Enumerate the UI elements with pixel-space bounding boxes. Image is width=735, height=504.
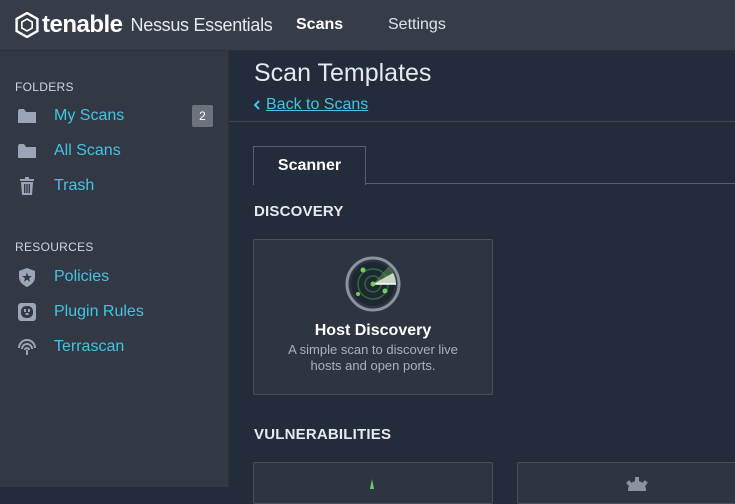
sidebar-item-plugin-rules[interactable]: Plugin Rules [0, 297, 228, 327]
vulnerabilities-section-title: VULNERABILITIES [254, 426, 392, 443]
sidebar-item-label: Policies [54, 268, 110, 285]
sidebar-item-trash[interactable]: Trash [0, 171, 228, 201]
scan-count-badge: 2 [192, 105, 213, 127]
back-link-label: Back to Scans [266, 96, 369, 113]
template-icon [370, 479, 374, 489]
header-divider [229, 121, 735, 122]
nav-scans[interactable]: Scans [296, 0, 343, 50]
radar-icon [345, 256, 401, 312]
plug-icon [18, 303, 36, 321]
sidebar-item-policies[interactable]: Policies [0, 262, 228, 292]
folders-heading: FOLDERS [15, 80, 74, 94]
product-name: Nessus Essentials [130, 14, 273, 35]
folder-icon [18, 142, 36, 160]
sidebar-item-label: Terrascan [54, 338, 125, 355]
top-bar: tenable Nessus Essentials Scans Settings [0, 0, 735, 51]
brand-name: tenable [42, 11, 123, 38]
sidebar: FOLDERS My Scans 2 All Scans Trash RESOU… [0, 51, 229, 487]
signal-icon [18, 338, 36, 356]
folder-icon [18, 107, 36, 125]
shield-star-icon [18, 267, 36, 287]
resources-heading: RESOURCES [15, 240, 94, 254]
nav-settings[interactable]: Settings [388, 0, 446, 50]
sidebar-item-my-scans[interactable]: My Scans 2 [0, 101, 228, 131]
sidebar-item-label: Plugin Rules [54, 303, 144, 320]
gear-icon [626, 477, 648, 491]
back-to-scans-link[interactable]: Back to Scans [254, 96, 368, 114]
vulnerability-template-card[interactable] [253, 462, 493, 504]
main-content: Scan Templates Back to Scans Scanner DIS… [229, 51, 735, 504]
discovery-section-title: DISCOVERY [254, 203, 344, 220]
sidebar-item-label: All Scans [54, 142, 121, 159]
sidebar-item-all-scans[interactable]: All Scans [0, 136, 228, 166]
page-title: Scan Templates [254, 59, 432, 87]
tenable-logo-icon [15, 12, 39, 38]
sidebar-item-label: Trash [54, 177, 95, 194]
sidebar-item-label: My Scans [54, 107, 125, 124]
card-title: Host Discovery [314, 322, 432, 339]
card-description: A simple scan to discover live hosts and… [288, 342, 458, 373]
sidebar-item-terrascan[interactable]: Terrascan [0, 332, 228, 362]
tab-scanner[interactable]: Scanner [253, 146, 366, 185]
vulnerability-template-card[interactable] [517, 462, 735, 504]
host-discovery-card[interactable]: Host Discovery A simple scan to discover… [253, 239, 493, 395]
tenable-logo[interactable]: tenable Nessus Essentials [14, 10, 273, 40]
trash-icon [18, 177, 36, 195]
chevron-left-icon [254, 100, 260, 110]
